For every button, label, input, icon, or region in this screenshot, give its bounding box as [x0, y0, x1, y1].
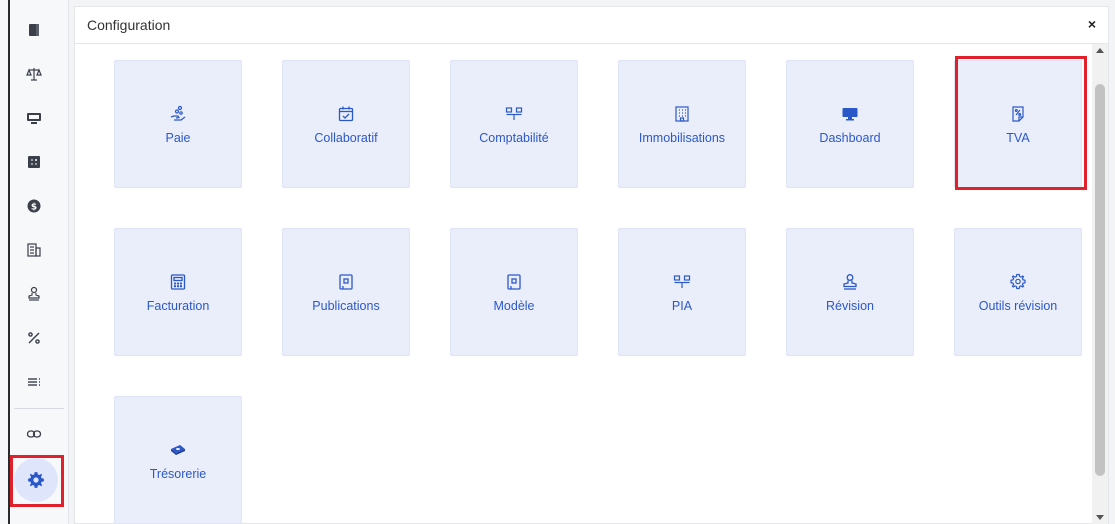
tile-label: TVA: [1006, 131, 1030, 145]
tile-label: Facturation: [146, 299, 210, 313]
dollar-icon[interactable]: $: [20, 192, 48, 220]
configuration-panel: Configuration × Paie Collaboratif Compta…: [74, 6, 1109, 524]
building-icon[interactable]: [20, 236, 48, 264]
gear-icon: [1010, 273, 1026, 290]
tile-paie[interactable]: Paie: [114, 60, 242, 188]
list-icon[interactable]: [20, 368, 48, 396]
tile-label: Comptabilité: [479, 131, 549, 145]
gear-icon: [28, 472, 44, 488]
monitor-icon: [842, 108, 858, 121]
tile-revision[interactable]: Révision: [786, 228, 914, 356]
balance-icon[interactable]: [20, 60, 48, 88]
left-sidebar: $: [0, 0, 69, 524]
tile-tresorerie[interactable]: Trésorerie: [114, 396, 242, 524]
percent-document-icon: [1012, 106, 1024, 122]
scrollbar-thumb[interactable]: [1095, 84, 1105, 476]
scroll-up-arrow-icon[interactable]: [1096, 48, 1104, 53]
hand-coins-icon: [170, 105, 186, 121]
stamp-icon: [843, 274, 857, 290]
panel-title: Configuration: [87, 17, 171, 33]
calendar-check-icon: [338, 106, 354, 122]
tile-outils-revision[interactable]: Outils révision: [954, 228, 1082, 356]
sidebar-divider: [14, 408, 64, 409]
office-building-icon: [675, 106, 689, 122]
tile-label: Immobilisations: [638, 131, 726, 145]
tile-label: Paie: [165, 131, 191, 145]
calculator-icon: [170, 274, 186, 290]
tile-facturation[interactable]: Facturation: [114, 228, 242, 356]
document-icon: [507, 274, 521, 290]
settings-gear-button[interactable]: [14, 458, 58, 502]
book-icon[interactable]: [20, 16, 48, 44]
tile-publications[interactable]: Publications: [282, 228, 410, 356]
percent-icon[interactable]: [20, 324, 48, 352]
tile-label: Trésorerie: [149, 467, 207, 481]
stamp-icon[interactable]: [20, 280, 48, 308]
tile-label: Modèle: [493, 299, 535, 313]
tile-label: PIA: [671, 299, 693, 313]
hierarchy-icon: [673, 275, 691, 288]
tile-comptabilite[interactable]: Comptabilité: [450, 60, 578, 188]
tile-collaboratif[interactable]: Collaboratif: [282, 60, 410, 188]
tile-label: Collaboratif: [314, 131, 378, 145]
hierarchy-icon: [505, 107, 523, 120]
tile-pia[interactable]: PIA: [618, 228, 746, 356]
tile-label: Révision: [826, 299, 874, 313]
tile-label: Outils révision: [978, 299, 1058, 313]
monitor-icon[interactable]: [20, 104, 48, 132]
tile-dashboard[interactable]: Dashboard: [786, 60, 914, 188]
close-icon[interactable]: ×: [1088, 16, 1096, 32]
svg-text:$: $: [31, 203, 37, 213]
tile-label: Publications: [312, 299, 380, 313]
tile-label: Dashboard: [819, 131, 881, 145]
tile-modele[interactable]: Modèle: [450, 228, 578, 356]
tile-immobilisations[interactable]: Immobilisations: [618, 60, 746, 188]
calculator-icon[interactable]: [20, 148, 48, 176]
vertical-scrollbar[interactable]: [1092, 44, 1108, 524]
tile-tva[interactable]: TVA: [954, 60, 1082, 188]
document-icon: [339, 274, 353, 290]
panel-header: Configuration ×: [75, 7, 1108, 44]
money-icon: [171, 445, 185, 455]
scroll-down-arrow-icon[interactable]: [1096, 515, 1104, 520]
link-icon[interactable]: [20, 420, 48, 448]
